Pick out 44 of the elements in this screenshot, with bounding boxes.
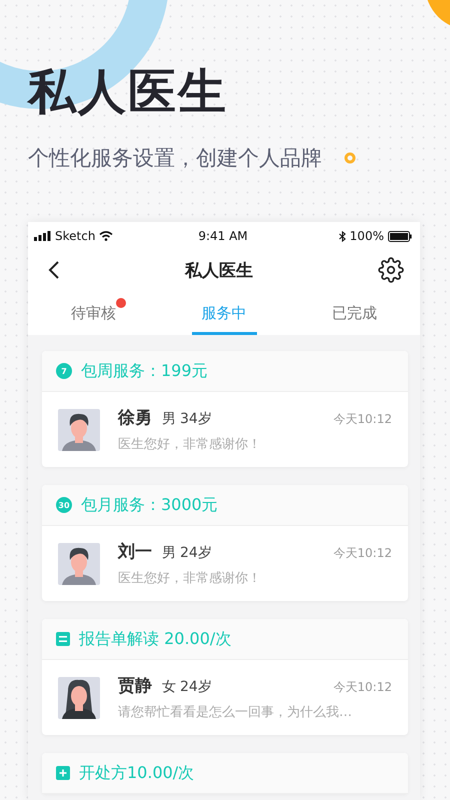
hero-subtitle: 个性化服务设置，创建个人品牌 xyxy=(28,145,322,172)
wifi-icon xyxy=(99,231,114,241)
plus-icon xyxy=(56,766,70,780)
service-title: 包周服务：199元 xyxy=(81,360,208,382)
bluetooth-icon xyxy=(338,230,346,242)
message-preview: 医生您好，非常感谢你！ xyxy=(118,570,262,587)
carrier-label: Sketch xyxy=(55,229,96,243)
patient-gender: 男 xyxy=(162,410,176,428)
signal-icon xyxy=(34,231,51,241)
service-title: 包月服务：3000元 xyxy=(81,494,218,516)
battery-percent: 100% xyxy=(350,229,384,243)
service-title: 开处方10.00/次 xyxy=(79,762,194,784)
patient-row[interactable]: 徐勇 男 34岁 今天10:12 医生您好，非常感谢你！ xyxy=(42,392,408,467)
battery-icon xyxy=(388,230,412,242)
message-time: 今天10:12 xyxy=(333,679,392,696)
number-badge: 7 xyxy=(56,363,72,379)
back-icon[interactable] xyxy=(48,260,60,280)
service-title: 报告单解读 20.00/次 xyxy=(79,628,232,650)
message-preview: 请您帮忙看看是怎么一回事，为什么我… xyxy=(118,704,353,721)
message-time: 今天10:12 xyxy=(333,411,392,428)
patient-age: 24岁 xyxy=(180,678,212,696)
nav-title: 私人医生 xyxy=(185,260,253,282)
patient-gender: 女 xyxy=(162,678,176,696)
patient-age: 34岁 xyxy=(180,410,212,428)
tab[interactable]: 待审核 xyxy=(60,296,126,335)
patient-gender: 男 xyxy=(162,544,176,562)
hero-title: 私人医生 xyxy=(28,63,229,122)
patient-age: 24岁 xyxy=(180,544,212,562)
dot-decoration xyxy=(344,152,356,164)
avatar xyxy=(58,408,100,450)
patient-name: 刘一 xyxy=(118,541,152,563)
avatar xyxy=(58,542,100,584)
status-time: 9:41 AM xyxy=(198,229,248,243)
patient-row[interactable]: 贾静 女 24岁 今天10:12 请您帮忙看看是怎么一回事，为什么我… xyxy=(42,660,408,735)
avatar xyxy=(58,676,100,718)
message-time: 今天10:12 xyxy=(333,545,392,562)
settings-icon[interactable] xyxy=(378,257,404,283)
document-icon xyxy=(56,632,70,646)
tab[interactable]: 已完成 xyxy=(322,296,388,335)
patient-name: 徐勇 xyxy=(118,407,152,429)
patient-row[interactable]: 刘一 男 24岁 今天10:12 医生您好，非常感谢你！ xyxy=(42,526,408,601)
number-badge: 30 xyxy=(56,497,72,513)
patient-name: 贾静 xyxy=(118,675,152,697)
message-preview: 医生您好，非常感谢你！ xyxy=(118,436,262,453)
